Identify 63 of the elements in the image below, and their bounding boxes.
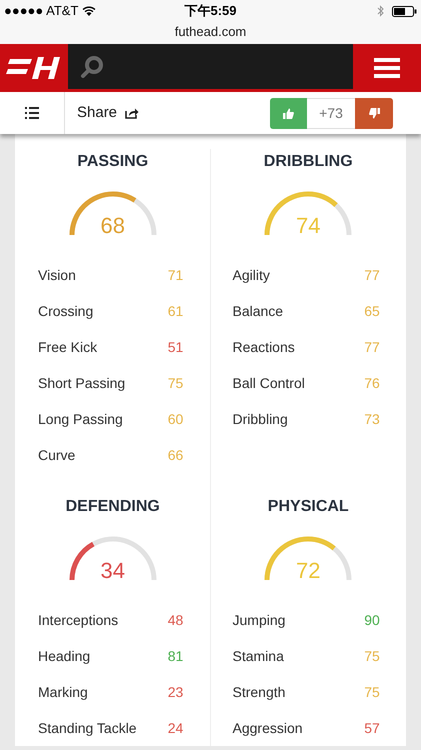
search-icon[interactable] bbox=[80, 54, 104, 78]
menu-button[interactable] bbox=[353, 44, 421, 92]
downvote-button[interactable] bbox=[355, 98, 393, 128]
rating-value: 34 bbox=[100, 558, 126, 584]
stat-name: Vision bbox=[38, 266, 76, 284]
stat-name: Free Kick bbox=[38, 338, 98, 356]
share-button[interactable]: Share bbox=[77, 102, 140, 124]
stat-value: 76 bbox=[363, 374, 381, 392]
menu-icon bbox=[374, 58, 400, 78]
stat-value: 77 bbox=[363, 266, 381, 284]
stat-name: Crossing bbox=[38, 302, 94, 321]
stat-value: 75 bbox=[363, 646, 381, 666]
stat-value: 81 bbox=[166, 646, 184, 666]
rating-value: 68 bbox=[100, 213, 126, 239]
stat-name: Heading bbox=[38, 646, 90, 666]
stat-value: 60 bbox=[166, 410, 184, 428]
stat-value: 65 bbox=[363, 302, 381, 320]
stat-name: Short Passing bbox=[38, 374, 126, 393]
rating-value: 72 bbox=[295, 558, 322, 584]
stat-name: Strength bbox=[232, 682, 286, 702]
stat-name: Stamina bbox=[232, 646, 284, 666]
stat-name: Agility bbox=[232, 266, 270, 285]
logo-icon[interactable] bbox=[0, 44, 68, 92]
stat-value: 61 bbox=[166, 302, 184, 320]
stat-value: 73 bbox=[363, 410, 381, 428]
stat-value: 77 bbox=[363, 338, 381, 356]
list-icon[interactable] bbox=[25, 107, 39, 119]
wifi-icon bbox=[82, 6, 96, 16]
rating-value: 74 bbox=[295, 213, 322, 239]
stat-value: 48 bbox=[166, 610, 184, 630]
section-title: PHYSICAL bbox=[266, 497, 350, 517]
stat-value: 23 bbox=[166, 682, 184, 702]
clock-text: 下午5:59 bbox=[184, 2, 237, 20]
stat-name: Balance bbox=[232, 302, 284, 320]
section-title: DEFENDING bbox=[64, 497, 161, 517]
stat-value: 51 bbox=[166, 338, 184, 356]
stat-name: Jumping bbox=[232, 610, 286, 630]
thumbs-up-icon bbox=[283, 108, 294, 118]
stat-value: 75 bbox=[363, 682, 381, 702]
stat-name: Curve bbox=[38, 446, 76, 464]
stat-name: Aggression bbox=[232, 718, 303, 738]
url-text[interactable]: futhead.com bbox=[174, 22, 246, 42]
stat-value: 75 bbox=[166, 374, 184, 392]
stat-name: Standing Tackle bbox=[38, 718, 137, 738]
stat-name: Reactions bbox=[232, 338, 295, 356]
section-title: DRIBBLING bbox=[262, 152, 354, 172]
stat-value: 90 bbox=[363, 610, 381, 630]
stat-value: 66 bbox=[166, 446, 184, 464]
battery-icon bbox=[392, 6, 417, 16]
bluetooth-icon bbox=[377, 5, 384, 17]
share-icon bbox=[125, 107, 140, 119]
stat-name: Long Passing bbox=[38, 410, 123, 429]
stat-value: 24 bbox=[166, 718, 184, 738]
stat-name: Marking bbox=[38, 682, 88, 702]
section-title: PASSING bbox=[76, 152, 150, 172]
carrier-text: ●●●●● AT&T bbox=[4, 2, 78, 20]
stat-value: 71 bbox=[166, 266, 184, 284]
stat-name: Ball Control bbox=[232, 374, 305, 392]
stat-value: 57 bbox=[363, 718, 381, 738]
upvote-button[interactable] bbox=[270, 98, 307, 128]
stat-name: Dribbling bbox=[232, 410, 288, 429]
stat-name: Interceptions bbox=[38, 610, 118, 630]
thumbs-down-icon bbox=[368, 108, 380, 118]
